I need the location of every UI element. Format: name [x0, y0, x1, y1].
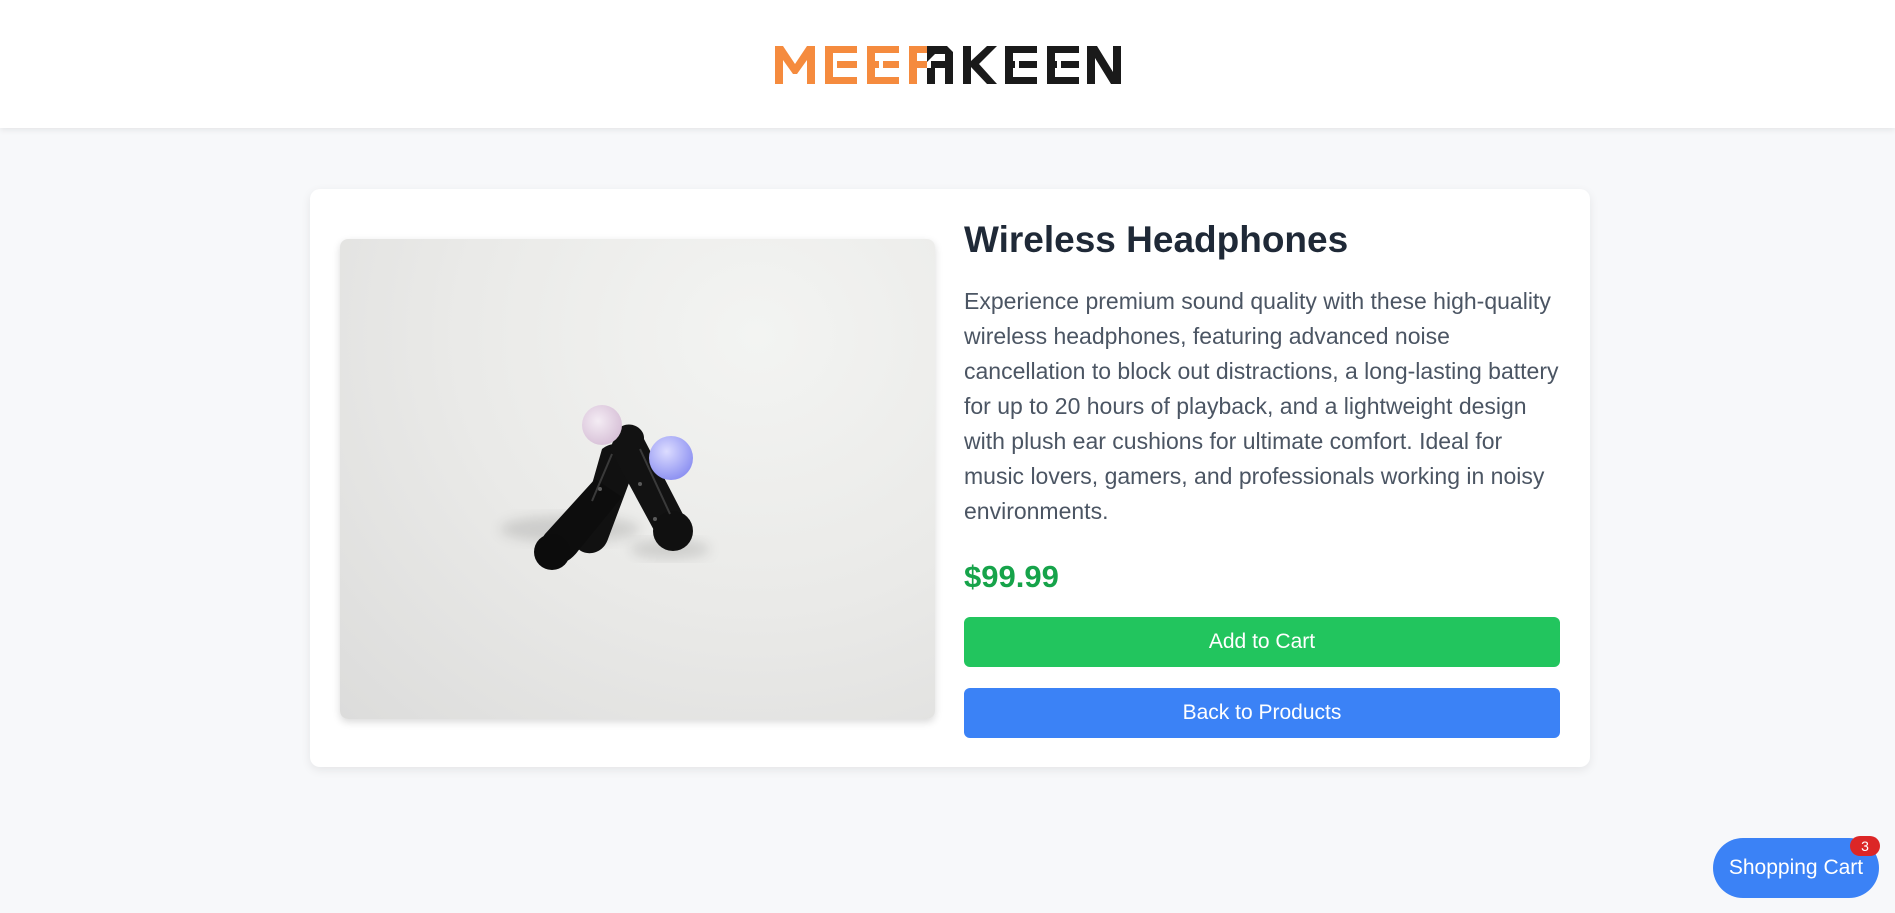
- site-header: [0, 0, 1895, 128]
- product-card: Wireless Headphones Experience premium s…: [310, 189, 1590, 767]
- product-title: Wireless Headphones: [964, 219, 1349, 260]
- shopping-cart-label: Shopping Cart: [1728, 856, 1864, 879]
- logo-wordmark-icon: [774, 46, 1121, 84]
- product-description: Experience premium sound quality with th…: [964, 288, 1559, 524]
- product-price: $99.99: [964, 559, 1059, 594]
- cart-count-badge: 3: [1850, 836, 1880, 856]
- back-to-products-button[interactable]: Back to Products: [964, 688, 1560, 738]
- site-logo[interactable]: [774, 44, 1121, 84]
- product-image: [340, 239, 935, 719]
- product-info: Wireless Headphones Experience premium s…: [964, 217, 1560, 738]
- add-to-cart-button[interactable]: Add to Cart: [964, 617, 1560, 667]
- motion-controller-image-icon: [500, 405, 710, 570]
